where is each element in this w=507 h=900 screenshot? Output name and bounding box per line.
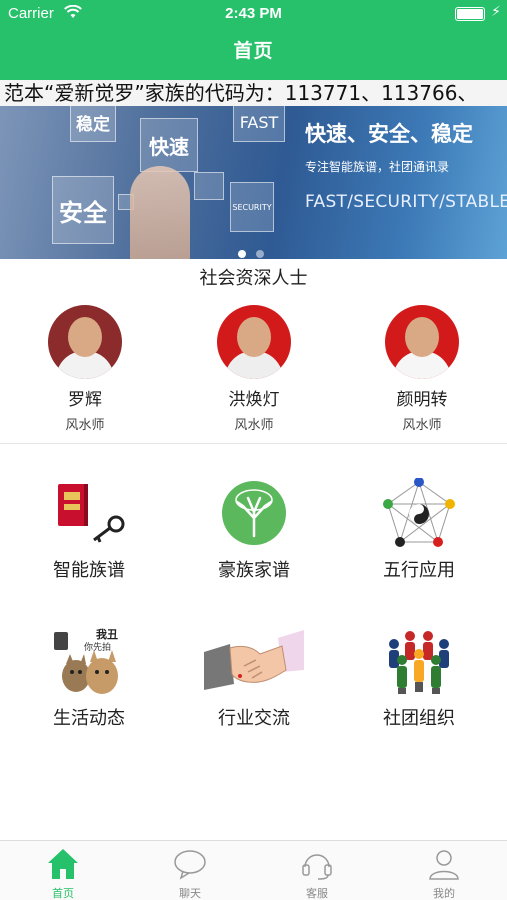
notice-marquee[interactable]: 范本“爱新觉罗”家族的代码为：113771、113766、: [0, 80, 507, 106]
tab-label: 首页: [52, 887, 74, 900]
feature-life-feed[interactable]: 我丑 你先拍 生活动态: [5, 626, 173, 730]
avatar: [217, 305, 291, 379]
wuxing-icon: [380, 477, 458, 548]
home-icon: [46, 847, 80, 881]
banner-english: FAST/SECURITY/STABLE: [305, 192, 507, 212]
hand-graphic: [130, 166, 190, 259]
page-indicator[interactable]: [238, 243, 274, 259]
banner-subline: 专注智能族谱，社团通讯录: [305, 160, 450, 174]
tree-icon: [215, 478, 293, 548]
person-role: 风水师: [65, 418, 105, 433]
feature-organizations[interactable]: 社团组织: [335, 626, 503, 730]
page-dot-1[interactable]: [238, 250, 246, 258]
user-icon: [427, 847, 461, 881]
person-card[interactable]: 罗辉 风水师: [25, 305, 145, 433]
tab-bar: 首页 聊天 客服 我的: [0, 840, 507, 900]
feature-label: 智能族谱: [53, 560, 125, 581]
notice-text: 范本“爱新觉罗”家族的代码为：113771、113766、: [4, 81, 478, 105]
banner-tile-security-en: SECURITY: [230, 182, 274, 232]
person-name: 洪焕灯: [228, 390, 280, 410]
battery-icon: [455, 7, 485, 21]
charging-icon: ⚡: [491, 4, 501, 20]
banner-tile-fast: 快速: [140, 118, 198, 172]
group-people-icon: [380, 626, 458, 696]
feature-smart-genealogy[interactable]: 智能族谱: [5, 478, 173, 582]
banner-tile-fast-en: FAST: [233, 106, 285, 142]
feature-label: 豪族家谱: [218, 560, 290, 581]
banner-tile-secure: 安全: [52, 176, 114, 244]
person-card[interactable]: 洪焕灯 风水师: [194, 305, 314, 433]
cats-caption-bottom: 你先拍: [84, 641, 111, 653]
feature-label: 生活动态: [53, 708, 125, 729]
promo-banner[interactable]: 稳定 快速 FAST 安全 SECURITY 快速、安全、稳定 专注智能族谱，社…: [0, 106, 507, 259]
tab-label: 客服: [306, 887, 328, 900]
feature-clan-genealogy[interactable]: 豪族家谱: [170, 478, 338, 582]
cats-caption-top: 我丑: [96, 627, 118, 641]
person-role: 风水师: [402, 418, 442, 433]
tab-chat[interactable]: 聊天: [127, 847, 253, 900]
tab-service[interactable]: 客服: [254, 847, 380, 900]
feature-label: 五行应用: [383, 560, 455, 581]
senior-people-list: 罗辉 风水师 洪焕灯 风水师 颜明转 风水师: [0, 305, 507, 443]
banner-headline: 快速、安全、稳定: [305, 122, 473, 146]
feature-industry-exchange[interactable]: 行业交流: [170, 626, 338, 730]
person-name: 颜明转: [396, 390, 448, 410]
section-title: 社会资深人士: [199, 268, 308, 289]
feature-label: 行业交流: [218, 708, 290, 729]
person-role: 风水师: [234, 418, 274, 433]
tab-home[interactable]: 首页: [0, 847, 126, 900]
cats-selfie-icon: 我丑 你先拍: [50, 626, 128, 696]
divider: [0, 443, 507, 444]
feature-wuxing[interactable]: 五行应用: [335, 477, 503, 582]
page-dot-2[interactable]: [256, 250, 264, 258]
headset-icon: [300, 847, 334, 881]
banner-tile-blank: [194, 172, 224, 200]
clock: 2:43 PM: [225, 5, 282, 22]
book-key-icon: [50, 478, 128, 548]
person-card[interactable]: 颜明转 风水师: [362, 305, 482, 433]
person-name: 罗辉: [68, 390, 102, 410]
avatar: [385, 305, 459, 379]
avatar: [48, 305, 122, 379]
status-bar: Carrier 2:43 PM ⚡: [0, 0, 507, 28]
page-title: 首页: [233, 40, 274, 62]
banner-tile-stable: 稳定: [70, 106, 116, 142]
chat-icon: [173, 847, 207, 881]
tab-label: 我的: [433, 887, 455, 900]
nav-bar: 首页: [0, 28, 507, 80]
feature-label: 社团组织: [383, 708, 455, 729]
tab-mine[interactable]: 我的: [381, 847, 507, 900]
tab-label: 聊天: [179, 887, 201, 900]
handshake-icon: [204, 626, 304, 696]
